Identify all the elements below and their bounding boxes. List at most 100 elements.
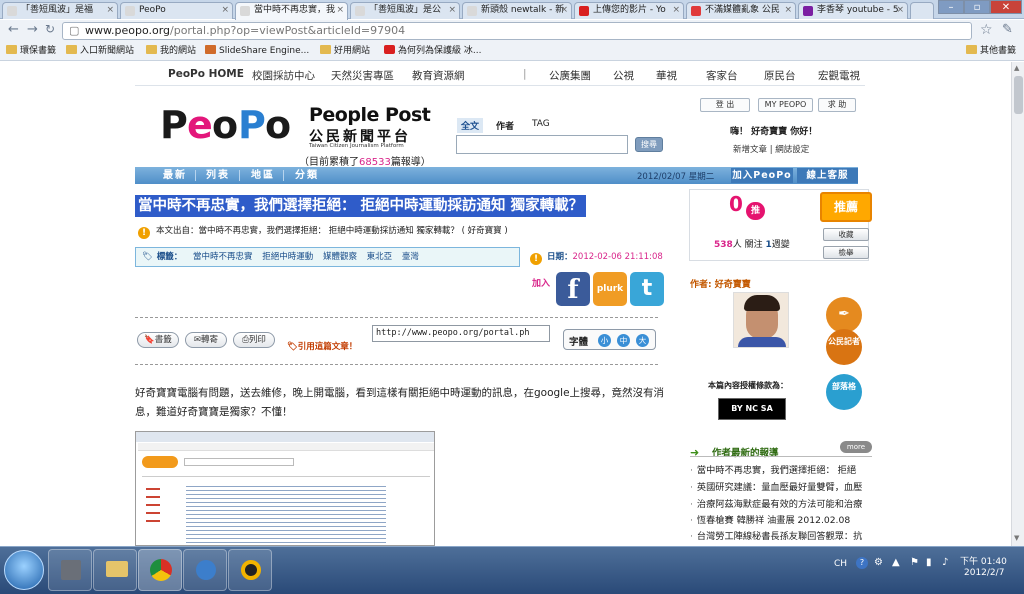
nav-link[interactable]: 校園採訪中心	[252, 68, 315, 83]
taskbar-app[interactable]	[183, 549, 227, 591]
taskbar-app[interactable]	[93, 549, 137, 591]
close-tab-icon[interactable]: ×	[784, 3, 792, 18]
join-button[interactable]: 加入PeoPo	[731, 168, 793, 183]
show-hidden-icon[interactable]: ▲	[892, 557, 900, 568]
browser-tab[interactable]: 李香琴 youtube - 5 ×	[798, 2, 908, 19]
news-item[interactable]: · 治療阿茲海默症最有效的方法可能和治療	[690, 498, 872, 511]
search-input[interactable]	[456, 135, 628, 154]
author-label[interactable]: 作者: 好奇寶寶	[690, 277, 751, 290]
nav-link[interactable]: 宏觀電視	[818, 68, 860, 83]
flag-icon[interactable]: ⚑	[910, 557, 919, 568]
nav-link[interactable]: 公視	[613, 68, 634, 83]
nav-link[interactable]: 華視	[656, 68, 677, 83]
clock-time[interactable]: 下午 01:40	[960, 554, 1007, 567]
maximize-icon[interactable]: ▫	[964, 0, 990, 14]
cite-article-link[interactable]: 🏷引用這篇文章！	[287, 340, 357, 352]
browser-tab-active[interactable]: 當中時不再忠實，我 ×	[235, 2, 348, 20]
nav-link[interactable]: PeoPo HOME	[168, 68, 244, 80]
blog-badge[interactable]: 部落格	[826, 374, 862, 410]
bookmark-item[interactable]: 好用網站	[320, 45, 370, 58]
other-bookmarks[interactable]: 其他書籤	[966, 45, 1016, 58]
nav-link[interactable]: 教育資源網	[412, 68, 465, 83]
tab-tag[interactable]: TAG	[528, 118, 554, 130]
nav-link[interactable]: 原民台	[764, 68, 796, 83]
author-avatar[interactable]	[733, 292, 789, 348]
close-tab-icon[interactable]: ×	[221, 3, 229, 18]
menu-region[interactable]: 地區	[247, 167, 279, 184]
collect-button[interactable]: 收藏	[823, 228, 869, 241]
clock-date[interactable]: 2012/2/7	[964, 568, 1004, 578]
back-icon[interactable]: ←	[8, 22, 19, 37]
close-tab-icon[interactable]: ×	[672, 3, 680, 18]
browser-tab[interactable]: PeoPo ×	[120, 2, 233, 19]
menu-category[interactable]: 分類	[291, 167, 323, 184]
nav-link[interactable]: 公廣集團	[549, 68, 591, 83]
browser-tab[interactable]: 「善短風波」是公 ×	[350, 2, 460, 19]
browser-tab[interactable]: 不滿媒體亂象 公民 ×	[686, 2, 796, 19]
scroll-down-icon[interactable]: ▼	[1014, 534, 1019, 542]
my-peopo-button[interactable]: MY PEOPO	[758, 98, 813, 112]
reload-icon[interactable]: ↻	[45, 22, 55, 36]
forward-icon[interactable]: →	[27, 22, 38, 37]
browser-tab[interactable]: 上傳您的影片 - Yo ×	[574, 2, 684, 19]
minimize-icon[interactable]: –	[938, 0, 964, 14]
plurk-icon[interactable]: plurk	[593, 272, 627, 306]
news-item[interactable]: · 台灣勞工陣線秘書長孫友聯回答觀眾：抗	[690, 530, 872, 543]
close-window-icon[interactable]: ✕	[990, 0, 1022, 14]
news-item[interactable]: · 當中時不再忠實，我們選擇拒絕： 拒絕	[690, 464, 872, 477]
tag-link[interactable]: 媒體觀察	[323, 252, 357, 262]
font-medium-button[interactable]: 中	[617, 334, 630, 347]
close-tab-icon[interactable]: ×	[106, 3, 114, 18]
print-button[interactable]: ⎙列印	[233, 332, 275, 348]
report-button[interactable]: 檢舉	[823, 246, 869, 259]
close-tab-icon[interactable]: ×	[896, 3, 904, 18]
tab-author[interactable]: 作者	[492, 118, 518, 133]
tag-link[interactable]: 當中時不再忠實	[193, 252, 253, 262]
font-large-button[interactable]: 大	[636, 334, 649, 347]
start-button[interactable]	[4, 550, 44, 590]
new-tab-button[interactable]	[910, 2, 934, 19]
cite-url-field[interactable]: http://www.peopo.org/portal.ph	[372, 325, 550, 342]
close-tab-icon[interactable]: ×	[448, 3, 456, 18]
scroll-thumb[interactable]	[1014, 76, 1023, 114]
font-small-button[interactable]: 小	[598, 334, 611, 347]
recommend-button[interactable]: 推薦	[820, 192, 872, 222]
news-item[interactable]: · 恆春槍賽 韓勝祥 油畫展 2012.02.08	[690, 514, 872, 527]
help-icon[interactable]: ?	[856, 557, 868, 569]
cc-licence-badge[interactable]: BY NC SA	[718, 398, 786, 420]
search-button[interactable]: 搜尋	[635, 137, 663, 152]
citizen-reporter-badge[interactable]: 公民記者	[826, 329, 862, 365]
bookmark-star-icon[interactable]: ☆	[980, 22, 993, 38]
peopo-logo[interactable]: P e o P o	[160, 102, 300, 150]
bookmark-button[interactable]: 🔖書籤	[137, 332, 179, 348]
menu-latest[interactable]: 最新	[159, 167, 191, 184]
scroll-up-icon[interactable]: ▲	[1014, 64, 1019, 72]
bookmark-item[interactable]: 環保書籤	[6, 45, 56, 58]
user-links[interactable]: 新增文章 | 網誌設定	[733, 143, 809, 155]
tag-link[interactable]: 臺灣	[402, 252, 419, 262]
facebook-icon[interactable]: f	[556, 272, 590, 306]
taskbar-app[interactable]	[228, 549, 272, 591]
forward-email-button[interactable]: ✉轉寄	[185, 332, 227, 348]
help-button[interactable]: 求 助	[818, 98, 856, 112]
nav-link[interactable]: 天然災害專區	[331, 68, 394, 83]
close-tab-icon[interactable]: ×	[560, 3, 568, 18]
bookmark-item[interactable]: 為何列為保護級 冰...	[384, 45, 481, 58]
twitter-icon[interactable]: t	[630, 272, 664, 306]
bookmark-item[interactable]: 入口新聞網站	[66, 45, 134, 58]
network-icon[interactable]: ▮	[926, 557, 932, 568]
logout-button[interactable]: 登 出	[700, 98, 750, 112]
menu-list[interactable]: 列表	[202, 167, 234, 184]
browser-tab[interactable]: 新頭殼 newtalk - 新 ×	[462, 2, 572, 19]
taskbar-app-active[interactable]	[138, 549, 182, 591]
browser-tab[interactable]: 「善短風波」是福 ×	[2, 2, 118, 19]
wrench-icon[interactable]: ✎	[1002, 22, 1013, 37]
nav-link[interactable]: 客家台	[706, 68, 738, 83]
close-tab-icon[interactable]: ×	[336, 3, 344, 18]
taskbar-app[interactable]	[48, 549, 92, 591]
address-bar[interactable]: ▢ www.peopo.org/portal.php?op=viewPost&a…	[62, 22, 972, 40]
tag-link[interactable]: 東北亞	[367, 252, 393, 262]
bookmark-item[interactable]: 我的網站	[146, 45, 196, 58]
more-button[interactable]: more	[840, 441, 872, 453]
volume-icon[interactable]: ♪	[942, 557, 948, 568]
